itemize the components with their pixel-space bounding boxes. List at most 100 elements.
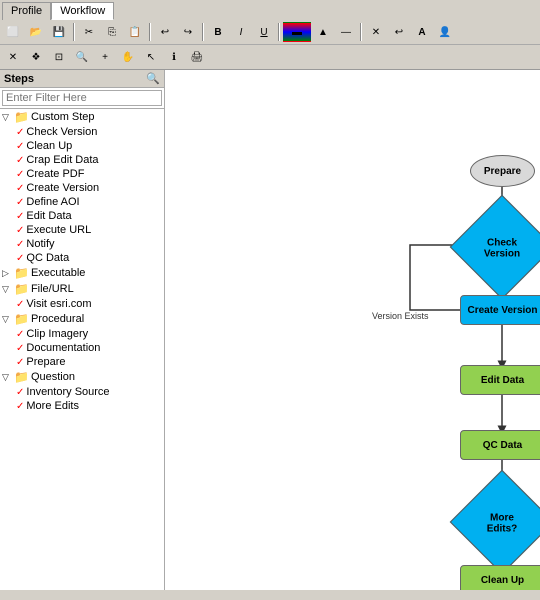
node-qc-data[interactable]: QC Data — [460, 430, 540, 460]
folder-icon: 📁 — [14, 312, 29, 326]
close-btn[interactable]: ✕ — [2, 47, 24, 67]
check-icon: ✓ — [16, 387, 24, 398]
list-item[interactable]: ✓QC Data — [14, 251, 164, 265]
search-icon[interactable]: 🔍 — [146, 72, 160, 85]
check-icon: ✓ — [16, 401, 24, 412]
list-item[interactable]: ✓Crap Edit Data — [14, 153, 164, 167]
list-item[interactable]: ✓Create PDF — [14, 167, 164, 181]
filter-box — [0, 88, 164, 109]
node-edit-data[interactable]: Edit Data — [460, 365, 540, 395]
delete-btn[interactable]: ✕ — [365, 22, 387, 42]
check-icon: ✓ — [16, 239, 24, 250]
tree-container: ▽ 📁 Custom Step ✓Check Version ✓Clean Up… — [0, 109, 164, 590]
undo-btn[interactable]: ↩ — [154, 22, 176, 42]
expand-icon: ▷ — [2, 268, 12, 279]
sep3 — [202, 23, 204, 41]
tab-workflow[interactable]: Workflow — [51, 2, 114, 20]
check-icon: ✓ — [16, 225, 24, 236]
pan-btn[interactable]: ✋ — [117, 47, 139, 67]
question-children: ✓Inventory Source ✓More Edits — [0, 385, 164, 413]
folder-icon: 📁 — [14, 110, 29, 124]
label-version-exists: Version Exists — [372, 311, 429, 321]
check-icon: ✓ — [16, 357, 24, 368]
procedural-children: ✓Clip Imagery ✓Documentation ✓Prepare — [0, 327, 164, 369]
list-item[interactable]: ✓Visit esri.com — [14, 297, 164, 311]
arrow-btn[interactable]: ↖ — [140, 47, 162, 67]
group-label-procedural: Procedural — [31, 313, 84, 325]
sep4 — [278, 23, 280, 41]
node-edit-data-label: Edit Data — [481, 375, 524, 386]
list-item[interactable]: ✓Prepare — [14, 355, 164, 369]
node-create-version[interactable]: Create Version — [460, 295, 540, 325]
custom-step-children: ✓Check Version ✓Clean Up ✓Crap Edit Data… — [0, 125, 164, 265]
tree-group-question[interactable]: ▽ 📁 Question — [0, 369, 164, 385]
check-icon: ✓ — [16, 183, 24, 194]
tree-group-executable[interactable]: ▷ 📁 Executable — [0, 265, 164, 281]
file-url-children: ✓Visit esri.com — [0, 297, 164, 311]
sep5 — [360, 23, 362, 41]
color-btn[interactable]: ▬ — [283, 22, 311, 42]
fill-btn[interactable]: ▲ — [312, 22, 334, 42]
paste-btn[interactable]: 📋 — [124, 22, 146, 42]
list-item[interactable]: ✓Check Version — [14, 125, 164, 139]
open-btn[interactable]: 📂 — [25, 22, 47, 42]
list-item[interactable]: ✓More Edits — [14, 399, 164, 413]
node-clean-up-label: Clean Up — [481, 575, 524, 586]
list-item[interactable]: ✓Clip Imagery — [14, 327, 164, 341]
filter-input[interactable] — [2, 90, 162, 106]
steps-header: Steps 🔍 — [0, 70, 164, 88]
underline-btn[interactable]: U — [253, 22, 275, 42]
info-btn[interactable]: ℹ — [163, 47, 185, 67]
list-item[interactable]: ✓Create Version — [14, 181, 164, 195]
toolbar2: ✕ ❖ ⊡ 🔍 + ✋ ↖ ℹ 🖨 — [0, 44, 540, 69]
check-icon: ✓ — [16, 141, 24, 152]
list-item[interactable]: ✓Documentation — [14, 341, 164, 355]
text-btn[interactable]: A — [411, 22, 433, 42]
line-btn[interactable]: — — [335, 22, 357, 42]
node-qc-data-label: QC Data — [483, 440, 522, 451]
tree-group-procedural[interactable]: ▽ 📁 Procedural — [0, 311, 164, 327]
check-icon: ✓ — [16, 197, 24, 208]
node-clean-up[interactable]: Clean Up — [460, 565, 540, 590]
check-icon: ✓ — [16, 299, 24, 310]
back-btn[interactable]: ↩ — [388, 22, 410, 42]
folder-icon: 📁 — [14, 370, 29, 384]
print-btn[interactable]: 🖨 — [186, 47, 208, 67]
new-btn[interactable]: ⬜ — [2, 22, 24, 42]
save-btn[interactable]: 💾 — [48, 22, 70, 42]
check-icon: ✓ — [16, 127, 24, 138]
bold-btn[interactable]: B — [207, 22, 229, 42]
redo-btn[interactable]: ↪ — [177, 22, 199, 42]
node-check-version[interactable]: CheckVersion — [450, 195, 540, 300]
node-check-version-label: CheckVersion — [465, 211, 539, 285]
node-more-edits-label: MoreEdits? — [465, 486, 539, 560]
list-item[interactable]: ✓Edit Data — [14, 209, 164, 223]
tree-group-file-url[interactable]: ▽ 📁 File/URL — [0, 281, 164, 297]
select-btn[interactable]: ❖ — [25, 47, 47, 67]
tree-group-custom-step[interactable]: ▽ 📁 Custom Step — [0, 109, 164, 125]
italic-btn[interactable]: I — [230, 22, 252, 42]
tab-profile[interactable]: Profile — [2, 2, 51, 20]
check-icon: ✓ — [16, 211, 24, 222]
node-more-edits[interactable]: MoreEdits? — [450, 470, 540, 575]
copy-btn[interactable]: ⎘ — [101, 22, 123, 42]
list-item[interactable]: ✓Execute URL — [14, 223, 164, 237]
list-item[interactable]: ✓Define AOI — [14, 195, 164, 209]
zoom-out-btn[interactable]: + — [94, 47, 116, 67]
list-item[interactable]: ✓Inventory Source — [14, 385, 164, 399]
cut-btn[interactable]: ✂ — [78, 22, 100, 42]
list-item[interactable]: ✓Clean Up — [14, 139, 164, 153]
expand-icon: ▽ — [2, 314, 12, 325]
zoom-in-btn[interactable]: 🔍 — [71, 47, 93, 67]
user-btn[interactable]: 👤 — [434, 22, 456, 42]
fit-btn[interactable]: ⊡ — [48, 47, 70, 67]
node-prepare-label: Prepare — [484, 166, 521, 177]
check-icon: ✓ — [16, 155, 24, 166]
toolbar1: ⬜ 📂 💾 ✂ ⎘ 📋 ↩ ↪ B I U ▬ ▲ — ✕ ↩ A 👤 — [0, 20, 540, 44]
check-icon: ✓ — [16, 253, 24, 264]
list-item[interactable]: ✓Notify — [14, 237, 164, 251]
left-panel: Steps 🔍 ▽ 📁 Custom Step ✓Check Version ✓… — [0, 70, 165, 590]
node-prepare[interactable]: Prepare — [470, 155, 535, 187]
main-layout: Steps 🔍 ▽ 📁 Custom Step ✓Check Version ✓… — [0, 70, 540, 590]
group-label-question: Question — [31, 371, 75, 383]
